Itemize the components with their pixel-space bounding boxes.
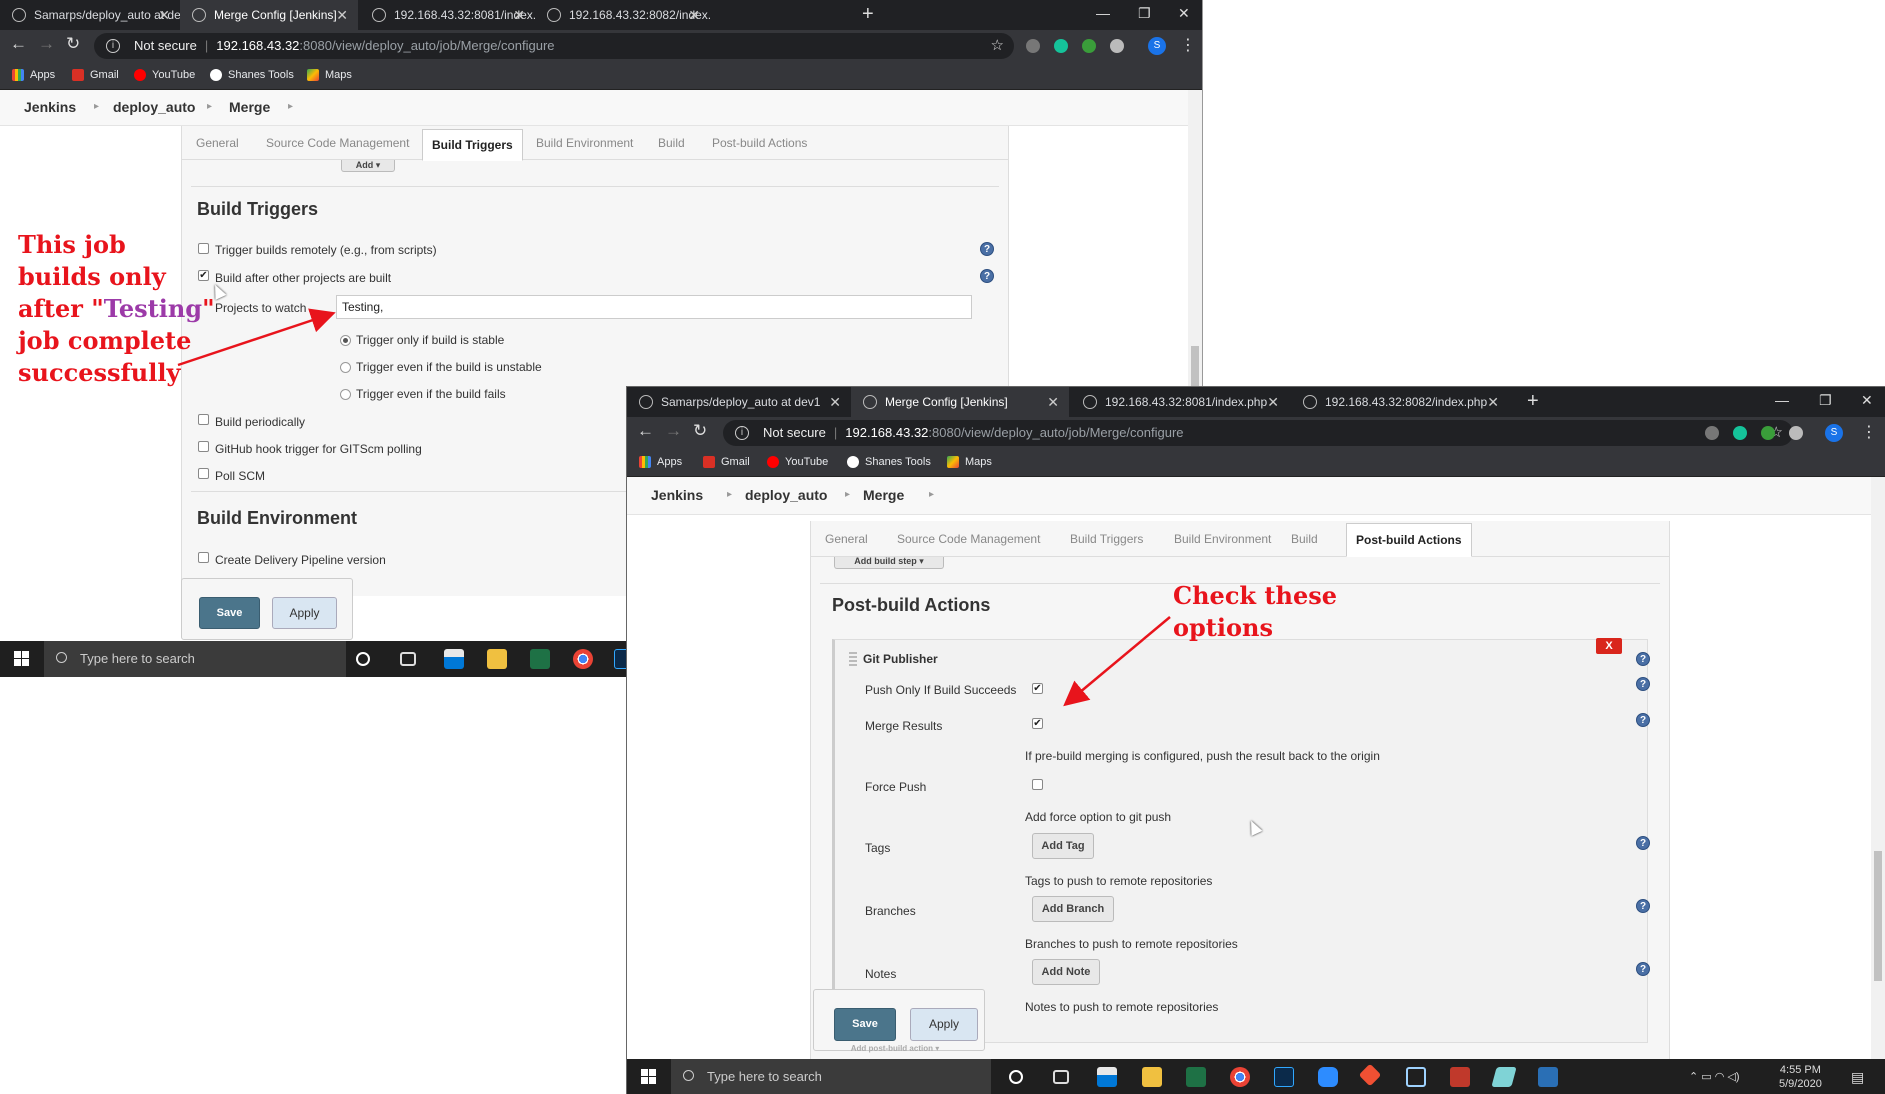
arrow-to-checkboxes — [1063, 616, 1171, 707]
arrow-to-projects — [177, 308, 336, 367]
annotation-arrows — [177, 308, 1171, 707]
